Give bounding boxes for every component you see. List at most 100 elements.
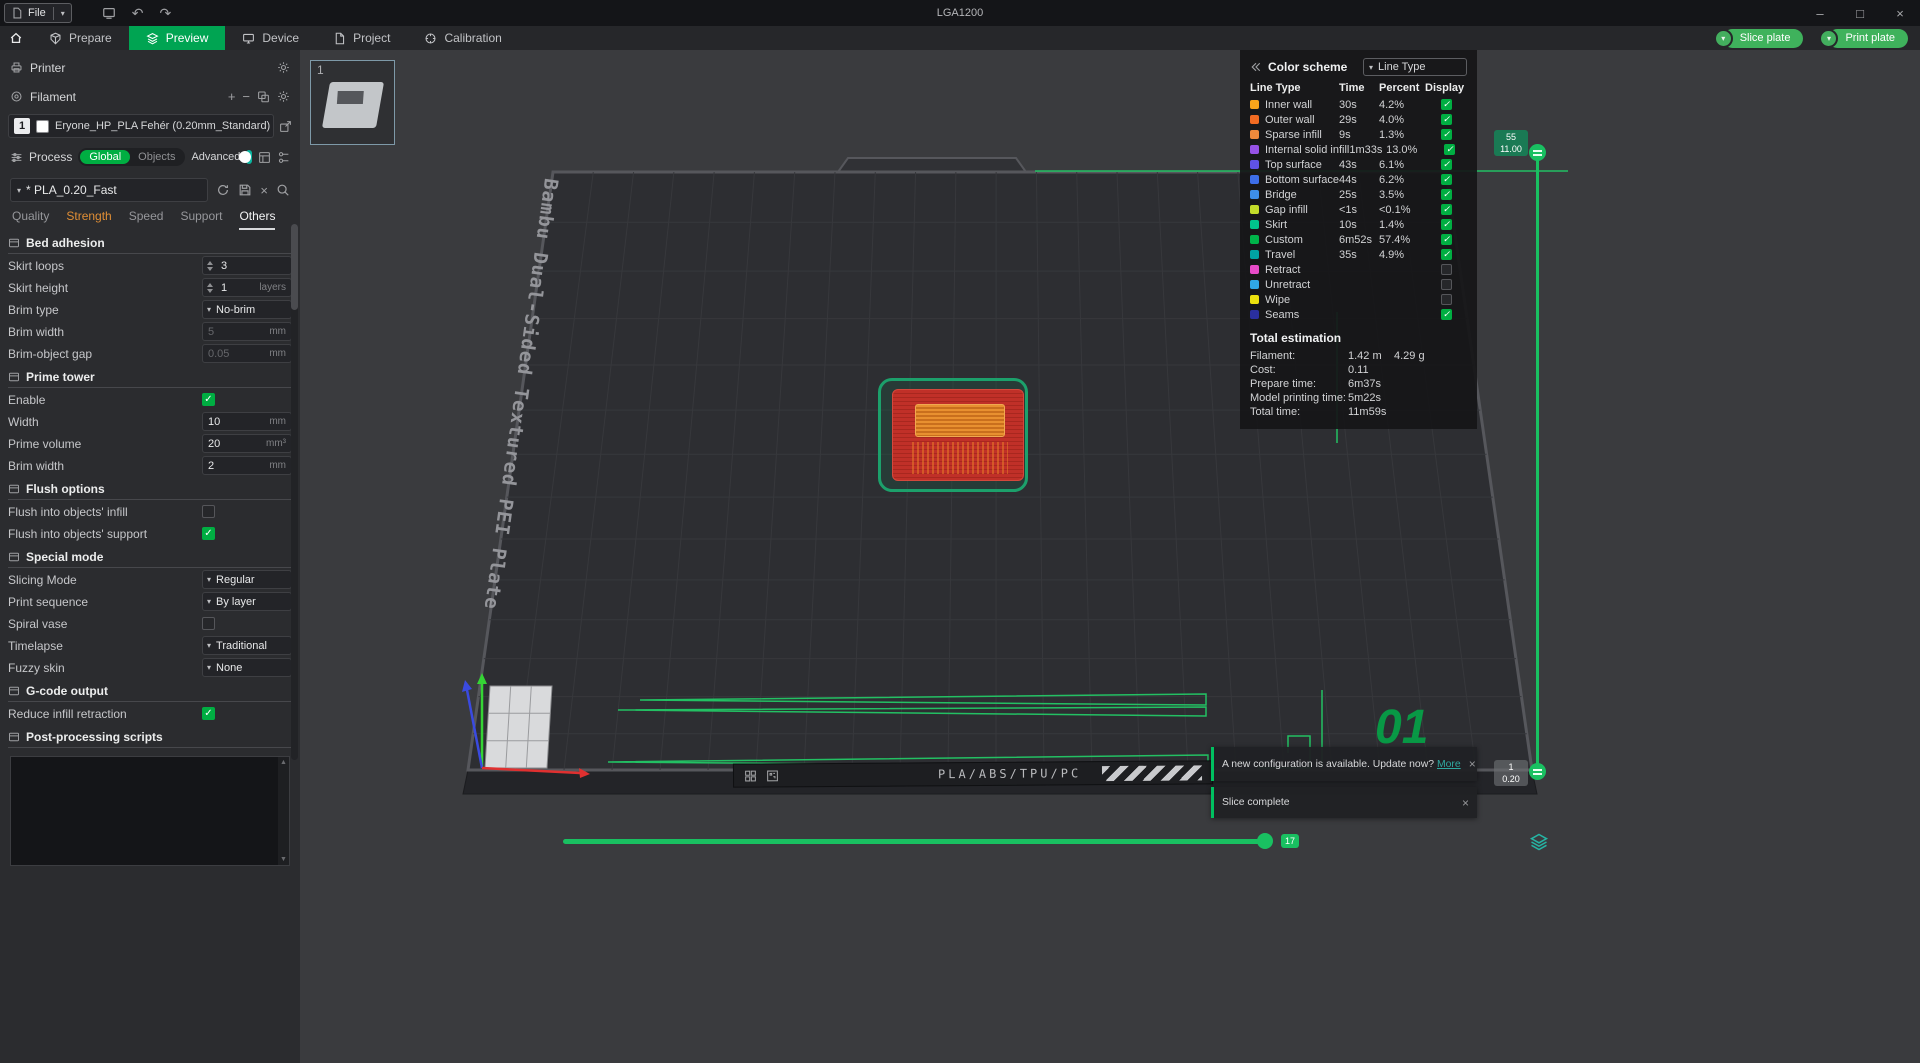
slicing-mode-select[interactable]: ▾Regular [202,570,292,589]
spiral-vase-checkbox[interactable] [202,617,215,630]
display-checkbox[interactable] [1441,189,1452,200]
display-checkbox[interactable] [1441,129,1452,140]
brim-object-gap-input[interactable]: 0.05mm [202,344,292,363]
layer-slider-bottom-handle[interactable] [1529,763,1546,780]
collapse-panel-icon[interactable] [1250,61,1262,73]
display-checkbox[interactable] [1441,249,1452,260]
param-tab-others[interactable]: Others [239,204,275,230]
legend-row: Inner wall 30s 4.2% [1250,97,1467,112]
display-checkbox[interactable] [1441,264,1452,275]
textarea-scrollbar[interactable]: ▲▼ [278,757,289,865]
home-icon[interactable] [0,31,32,45]
move-slider-track[interactable] [563,839,1272,844]
tab-device[interactable]: Device [225,26,316,50]
add-filament-button[interactable]: + [228,90,236,103]
printer-settings-gear-icon[interactable] [277,61,290,74]
process-scope-switch[interactable]: Global Objects [78,148,185,166]
tab-preview[interactable]: Preview [129,26,226,50]
stepper-arrows[interactable] [203,261,216,271]
display-checkbox[interactable] [1441,114,1452,125]
prime-tower-brim-width-input[interactable]: 2mm [202,456,292,475]
param-tab-support[interactable]: Support [180,204,222,230]
line-type-swatch [1250,190,1259,199]
filament-settings-gear-icon[interactable] [277,90,290,103]
sync-filament-icon[interactable] [257,90,270,103]
plate-thumbnail[interactable]: 1 [310,60,395,145]
skirt-loops-stepper[interactable]: 3 [202,256,292,275]
print-plate-dropdown-icon[interactable]: ▾ [1819,29,1838,48]
layer-slider-top-badge: 5511.00 [1494,130,1528,156]
search-icon[interactable] [276,183,290,197]
delete-preset-icon[interactable]: × [260,184,268,197]
display-checkbox[interactable] [1441,159,1452,170]
layer-slider-top-handle[interactable] [1529,144,1546,161]
close-icon[interactable]: × [1454,796,1469,810]
remove-filament-button[interactable]: − [242,90,250,103]
sidebar-scrollbar[interactable] [291,224,298,760]
layer-slider[interactable]: 5511.00 10.20 [1490,126,1560,796]
save-project-icon[interactable] [102,6,116,20]
display-checkbox[interactable] [1441,309,1452,320]
display-checkbox[interactable] [1441,279,1452,290]
viewport-3d[interactable]: Bambu Dual-Sided Textured PEI Plate PLA/… [300,50,1920,1063]
legend-row: Wipe [1250,292,1467,307]
compare-settings-icon[interactable] [277,151,290,164]
display-checkbox[interactable] [1444,144,1455,155]
redo-icon[interactable]: ↷ [159,5,171,22]
param-tab-strength[interactable]: Strength [66,204,111,230]
save-preset-icon[interactable] [238,183,252,197]
display-checkbox[interactable] [1441,234,1452,245]
edit-filament-icon[interactable] [279,120,292,133]
view-mode-select[interactable]: ▾ Line Type [1363,58,1467,76]
display-checkbox[interactable] [1441,294,1452,305]
printer-section-header[interactable]: Printer [0,56,300,79]
enable-checkbox[interactable] [202,393,215,406]
file-menu-button[interactable]: File ▾ [4,3,72,23]
brim-width-input[interactable]: 5mm [202,322,292,341]
slice-plate-dropdown-icon[interactable]: ▾ [1714,29,1733,48]
brim-type-select[interactable]: ▾No-brim [202,300,292,319]
prime-tower-width-input[interactable]: 10mm [202,412,292,431]
slice-plate-button[interactable]: Slice plate [1723,29,1804,48]
process-preset-select[interactable]: ▾ * PLA_0.20_Fast [10,178,208,202]
print-plate-button[interactable]: Print plate [1828,29,1908,48]
fuzzy-skin-select[interactable]: ▾None [202,658,292,677]
print-sequence-select[interactable]: ▾By layer [202,592,292,611]
stepper-arrows[interactable] [203,283,216,293]
toggle-legend-layers-icon[interactable] [1527,830,1551,854]
undo-icon[interactable]: ↶ [132,5,144,22]
timelapse-select[interactable]: ▾Traditional [202,636,292,655]
tab-prepare[interactable]: Prepare [32,26,129,50]
reduce-infill-retraction-checkbox[interactable] [202,707,215,720]
param-tab-quality[interactable]: Quality [12,204,49,230]
display-checkbox[interactable] [1441,219,1452,230]
skirt-height-stepper[interactable]: 1layers [202,278,292,297]
display-checkbox[interactable] [1441,174,1452,185]
scope-objects[interactable]: Objects [130,150,183,164]
update-more-link[interactable]: More [1437,759,1461,770]
display-checkbox[interactable] [1441,99,1452,110]
param-tab-speed[interactable]: Speed [129,204,164,230]
reset-preset-icon[interactable] [216,183,230,197]
maximize-button[interactable]: □ [1840,0,1880,26]
advanced-toggle[interactable] [246,150,252,164]
scope-global[interactable]: Global [80,150,130,164]
post-processing-scripts-textarea[interactable]: ▲▼ [10,756,290,866]
layer-slider-track[interactable] [1536,152,1539,772]
flush-support-checkbox[interactable] [202,527,215,540]
move-slider[interactable]: 17 [563,830,1323,852]
display-checkbox[interactable] [1441,204,1452,215]
tab-project[interactable]: Project [316,26,407,50]
objects-list-icon[interactable] [258,151,271,164]
prime-volume-input[interactable]: 20mm³ [202,434,292,453]
file-menu-chevron-icon[interactable]: ▾ [61,9,65,18]
filament-selector[interactable]: 1 Eryone_HP_PLA Fehér (0.20mm_Standard) [8,114,274,138]
close-button[interactable]: × [1880,0,1920,26]
flush-infill-checkbox[interactable] [202,505,215,518]
move-slider-handle[interactable] [1257,833,1273,849]
minimize-button[interactable]: – [1800,0,1840,26]
tab-calibration[interactable]: Calibration [407,26,518,50]
line-type-percent: 6.1% [1379,159,1425,171]
close-icon[interactable]: × [1461,757,1476,771]
filament-section-header[interactable]: Filament + − [0,85,300,108]
